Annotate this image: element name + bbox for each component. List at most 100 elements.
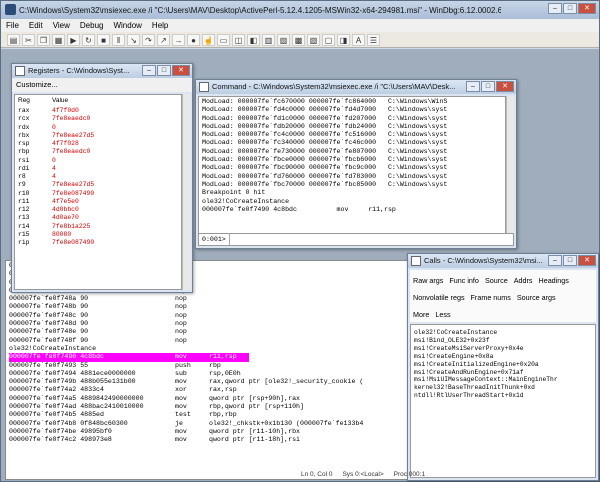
func-info-button[interactable]: Func info <box>449 276 479 285</box>
maximize-button[interactable]: □ <box>481 81 495 92</box>
disasm-row[interactable]: 000007fe`fe0f748b 90 nop <box>9 303 409 311</box>
register-row[interactable]: rip 7fe8e087490 <box>18 239 178 247</box>
register-row[interactable]: rbx 7fe8eae27d5 <box>18 132 178 140</box>
raw-args-button[interactable]: Raw args <box>413 276 443 285</box>
register-row[interactable]: r13 4d0ae70 <box>18 214 178 222</box>
close-button[interactable]: ✕ <box>578 255 596 266</box>
registers-title-bar[interactable]: Registers - C:\Windows\Syst... – □ ✕ <box>12 64 192 78</box>
source-mode-icon[interactable]: ◨ <box>337 33 350 46</box>
calls-title-bar[interactable]: Calls - C:\Windows\System32\msi... – □ ✕ <box>408 254 598 268</box>
disasm-row[interactable]: 000007fe`fe0f749b 488b055e131b00 mov rax,q… <box>9 378 409 386</box>
call-frame[interactable]: ntdll!RtlUserThreadStart+0x1d <box>414 392 592 400</box>
locals-window-icon[interactable]: ◧ <box>247 33 260 46</box>
call-frame[interactable]: kernel32!BaseThreadInitThunk+0xd <box>414 384 592 392</box>
frame-nums-button[interactable]: Frame nums <box>471 293 511 302</box>
register-row[interactable]: rbp 7fe8eaedc0 <box>18 148 178 156</box>
minimize-button[interactable]: – <box>548 3 562 14</box>
command-input[interactable] <box>229 234 513 245</box>
menu-debug[interactable]: Debug <box>75 21 109 30</box>
less-button[interactable]: Less <box>435 310 450 319</box>
command-scrollbar[interactable] <box>506 96 515 234</box>
close-button[interactable]: ✕ <box>172 65 190 76</box>
call-frame[interactable]: msi!CreateEngine+0x8a <box>414 353 592 361</box>
step-over-icon[interactable]: ↷ <box>142 33 155 46</box>
maximize-button[interactable]: □ <box>563 255 577 266</box>
menu-edit[interactable]: Edit <box>24 21 48 30</box>
disassembly-window-icon[interactable]: ▧ <box>307 33 320 46</box>
command-window-icon[interactable]: ▭ <box>217 33 230 46</box>
copy-icon[interactable]: ❐ <box>37 33 50 46</box>
disasm-row[interactable]: 000007fe`fe0f74ad 488bac2410010000 mov rbp… <box>9 403 409 411</box>
disasm-row[interactable]: 000007fe`fe0f7494 4881ece0000000 sub rsp,0… <box>9 370 409 378</box>
hand-icon[interactable]: ☝ <box>202 33 215 46</box>
register-row[interactable]: r8 4 <box>18 173 178 181</box>
menu-file[interactable]: File <box>1 21 24 30</box>
options-icon[interactable]: ☰ <box>367 33 380 46</box>
register-row[interactable]: r9 7fe8eae27d5 <box>18 181 178 189</box>
call-frame[interactable]: msi!Bind_OLE32+0x23f <box>414 337 592 345</box>
register-row[interactable]: rcx 7fe8eaedc0 <box>18 115 178 123</box>
disasm-row[interactable]: 000007fe`fe0f748c 90 nop <box>9 312 409 320</box>
maximize-button[interactable]: □ <box>157 65 171 76</box>
menu-view[interactable]: View <box>48 21 75 30</box>
minimize-button[interactable]: – <box>142 65 156 76</box>
scratch-pad-icon[interactable]: ▢ <box>322 33 335 46</box>
source-button[interactable]: Source <box>485 276 508 285</box>
minimize-button[interactable]: – <box>466 81 480 92</box>
disasm-row[interactable]: 000007fe`fe0f74b8 0f848bc60300 je ole32!_c… <box>9 420 409 428</box>
step-out-icon[interactable]: ↗ <box>157 33 170 46</box>
calls-window-icon[interactable]: ▩ <box>292 33 305 46</box>
disasm-row[interactable]: 000007fe`fe0f748d 90 nop <box>9 320 409 328</box>
menu-window[interactable]: Window <box>108 21 146 30</box>
register-row[interactable]: rsp 4f7f028 <box>18 140 178 148</box>
close-button[interactable]: ✕ <box>496 81 514 92</box>
addrs-button[interactable]: Addrs <box>514 276 533 285</box>
disasm-row[interactable]: 000007fe`fe0f748f 90 nop <box>9 337 409 345</box>
menu-help[interactable]: Help <box>147 21 173 30</box>
disasm-row[interactable]: 000007fe`fe0f7493 55 push rbp <box>9 362 409 370</box>
disasm-row[interactable]: 000007fe`fe0f74a2 4833c4 xor rax,rsp <box>9 386 409 394</box>
register-row[interactable]: rdx 0 <box>18 124 178 132</box>
disasm-row[interactable]: 000007fe`fe0f748e 90 nop <box>9 328 409 336</box>
minimize-button[interactable]: – <box>548 255 562 266</box>
register-row[interactable]: r12 4d0bbc0 <box>18 206 178 214</box>
register-row[interactable]: r11 4f7e5e0 <box>18 198 178 206</box>
call-frame[interactable]: msi!CreateMsiServerProxy+0x4e <box>414 345 592 353</box>
break-icon[interactable]: ‖ <box>112 33 125 46</box>
register-row[interactable]: r15 80080 <box>18 231 178 239</box>
stop-icon[interactable]: ■ <box>97 33 110 46</box>
paste-icon[interactable]: ▦ <box>52 33 65 46</box>
open-icon[interactable]: ▤ <box>7 33 20 46</box>
call-frame[interactable]: msi!MsiUIMessageContext::MainEngineThr <box>414 376 592 384</box>
disasm-row[interactable]: 000007fe`fe0f74b5 4885ed test rbp,rbp <box>9 411 409 419</box>
customize-button[interactable]: Customize... <box>12 78 192 92</box>
breakpoint-icon[interactable]: ● <box>187 33 200 46</box>
disasm-row[interactable]: ole32!CoCreateInstance <box>9 345 409 353</box>
step-into-icon[interactable]: ↘ <box>127 33 140 46</box>
nonvolatile-regs-button[interactable]: Nonvolatile regs <box>413 293 465 302</box>
go-icon[interactable]: ▶ <box>67 33 80 46</box>
more-button[interactable]: More <box>413 310 429 319</box>
disasm-row[interactable]: 000007fe`fe0f74a5 4889842490000000 mov qwo… <box>9 395 409 403</box>
register-row[interactable]: rdi 4 <box>18 165 178 173</box>
font-icon[interactable]: A <box>352 33 365 46</box>
command-title-bar[interactable]: Command - C:\Windows\System32\msiexec.ex… <box>196 80 516 94</box>
register-row[interactable]: rax 4f7f0d0 <box>18 107 178 115</box>
disasm-row[interactable]: 000007fe`fe0f748a 90 nop <box>9 295 409 303</box>
call-frame[interactable]: msi!CreateInitializedEngine+0x20a <box>414 361 592 369</box>
disassembly-view[interactable]: 000007fe`fe0f7486 90nop000007fe`fe0f7487… <box>5 260 413 480</box>
disasm-row[interactable]: 000007fe`fe0f74c2 498973e8 mov qword ptr [… <box>9 436 409 444</box>
run-to-cursor-icon[interactable]: → <box>172 33 185 46</box>
register-row[interactable]: r10 7fe8e087490 <box>18 190 178 198</box>
maximize-button[interactable]: □ <box>563 3 577 14</box>
disasm-row[interactable]: 000007fe`fe0f74be 49895bf0 mov qword ptr [… <box>9 428 409 436</box>
registers-scrollbar[interactable] <box>182 94 191 290</box>
register-row[interactable]: rsi 0 <box>18 157 178 165</box>
registers-window-icon[interactable]: ▥ <box>262 33 275 46</box>
memory-window-icon[interactable]: ▨ <box>277 33 290 46</box>
restart-icon[interactable]: ↻ <box>82 33 95 46</box>
register-row[interactable]: r14 7fe8b1a225 <box>18 223 178 231</box>
call-frame[interactable]: msi!CreateAndRunEngine+0x71af <box>414 369 592 377</box>
cut-icon[interactable]: ✂ <box>22 33 35 46</box>
watch-window-icon[interactable]: ◫ <box>232 33 245 46</box>
